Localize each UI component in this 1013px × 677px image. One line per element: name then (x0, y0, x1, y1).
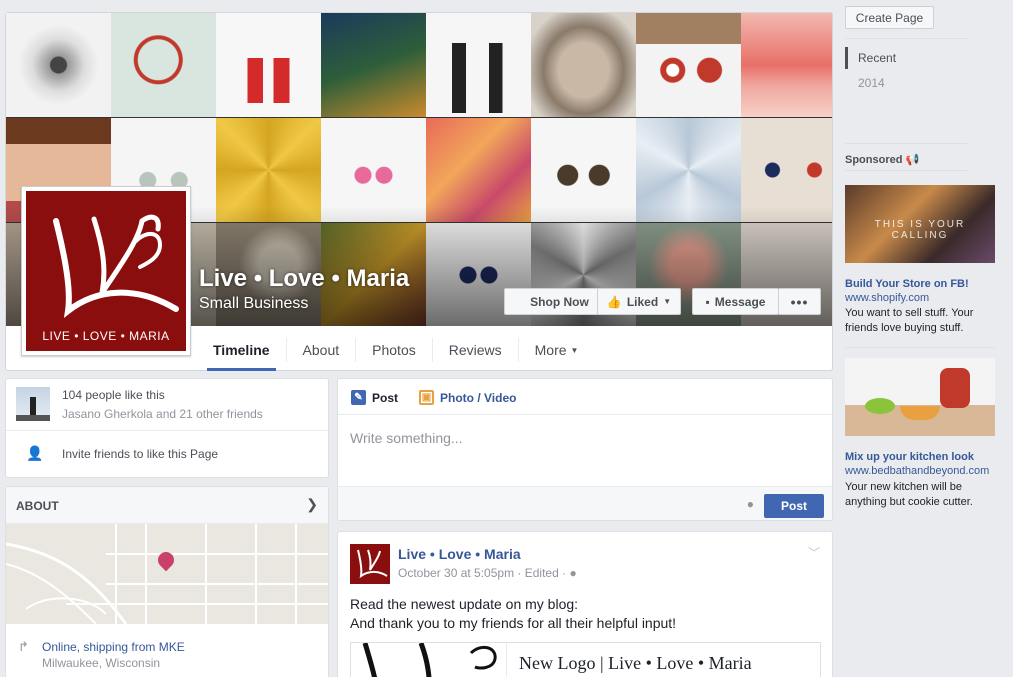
tab-reviews[interactable]: Reviews (431, 338, 518, 362)
logo-mark (362, 643, 497, 677)
logo-mark (357, 549, 388, 579)
globe-icon[interactable]: ● (747, 497, 754, 511)
thumbs-up-icon: 👍 (606, 294, 622, 309)
composer-tab-post[interactable]: ✎ Post (351, 390, 398, 405)
avatar-figure (30, 397, 36, 417)
bowl-shape (900, 406, 940, 420)
divider (6, 430, 328, 431)
post-text: Read the newest update on my blog: (350, 596, 579, 612)
likes-count[interactable]: 104 people like this (62, 388, 165, 402)
composer-footer: ● Post (338, 486, 832, 520)
page-logo: LIVE • LOVE • MARIA (26, 191, 186, 351)
profile-picture[interactable]: LIVE • LOVE • MARIA (21, 186, 191, 356)
feed-post: Live • Love • Maria October 30 at 5:05pm… (337, 531, 833, 677)
divider (845, 347, 995, 348)
post-author-avatar[interactable] (350, 544, 390, 584)
pencil-icon: ✎ (351, 390, 366, 405)
friend-avatar[interactable] (16, 387, 50, 421)
create-page-button[interactable]: Create Page (845, 6, 934, 29)
location-map[interactable] (6, 524, 328, 624)
ad-text-kitchen: Your new kitchen will be anything but co… (845, 481, 973, 508)
cover-tile (531, 13, 636, 117)
year-nav-recent[interactable]: Recent (845, 47, 965, 69)
year-nav-2014[interactable]: 2014 (845, 72, 965, 94)
page-tabs: Timeline About Photos Reviews More ▼ (197, 329, 594, 371)
invite-friends-link[interactable]: Invite friends to like this Page (62, 447, 218, 461)
megaphone-icon: 📢 (905, 154, 920, 166)
divider (845, 38, 967, 39)
chevron-down-icon[interactable]: ﹀ (808, 544, 820, 561)
divider (845, 143, 967, 144)
about-title: ABOUT (16, 499, 59, 513)
avatar-ground (16, 415, 50, 421)
cover-tile (321, 13, 426, 117)
link-preview-title[interactable]: New Logo | Live • Love • Maria (519, 653, 752, 674)
globe-icon: ● (569, 566, 577, 580)
shop-now-label: Shop Now (530, 294, 589, 309)
ad-banner-text: THIS IS YOUR CALLING (874, 219, 966, 241)
mixer-shape (940, 368, 970, 408)
sponsored-label: Sponsored (845, 154, 903, 166)
cover-tile (111, 13, 216, 117)
photo-icon: ▣ (419, 390, 434, 405)
cover-tile (636, 13, 741, 117)
page-category[interactable]: Small Business (199, 295, 308, 313)
caret-down-icon: ▼ (570, 345, 579, 355)
map-streets (6, 524, 328, 624)
cover-tile (426, 13, 531, 117)
post-text: And thank you to my friends for all thei… (350, 615, 677, 631)
chevron-down-icon: ▼ (663, 297, 672, 306)
chevron-right-icon[interactable]: ❯ (306, 496, 318, 513)
sponsored-heading: Sponsored 📢 (845, 153, 919, 166)
add-person-icon: 👤 (26, 445, 44, 461)
ad-image-shopify[interactable]: THIS IS YOUR CALLING (845, 185, 995, 263)
address-line-1[interactable]: Online, shipping from MKE (42, 640, 185, 654)
link-preview-image (351, 643, 507, 677)
directions-icon: ↱ (18, 639, 29, 654)
about-header[interactable]: ABOUT ❯ (6, 487, 328, 524)
ad-image-kitchen[interactable] (845, 358, 995, 436)
more-options-button[interactable]: ••• (778, 288, 821, 315)
ad-text-shopify: You want to sell stuff. Your friends lov… (845, 307, 974, 334)
post-meta: October 30 at 5:05pm · Edited · ● (398, 566, 577, 580)
ad-url-kitchen[interactable]: www.bedbathandbeyond.com (845, 465, 989, 477)
post-button[interactable]: Post (764, 494, 824, 518)
post-composer: ✎ Post ▣ Photo / Video Write something..… (337, 378, 833, 521)
composer-tab-photo[interactable]: ▣ Photo / Video (419, 390, 516, 405)
link-preview[interactable]: New Logo | Live • Love • Maria (350, 642, 821, 677)
page-title[interactable]: Live • Love • Maria (199, 265, 409, 293)
ad-title-kitchen[interactable]: Mix up your kitchen look (845, 451, 974, 463)
message-button[interactable]: ▪ Message (692, 288, 779, 315)
about-card: ABOUT ❯ ↱ Online, shipping from MKE Milw… (5, 486, 329, 677)
page-header: Live • Love • Maria Small Business Shop … (5, 12, 833, 371)
cover-tile (6, 13, 111, 117)
tab-more[interactable]: More ▼ (517, 338, 595, 362)
likes-friends[interactable]: Jasano Gherkola and 21 other friends (62, 407, 263, 421)
tab-photos[interactable]: Photos (355, 338, 432, 362)
composer-tabs: ✎ Post ▣ Photo / Video (338, 379, 832, 415)
tab-more-label: More (534, 342, 567, 358)
message-icon: ▪ (705, 294, 710, 309)
logo-text: LIVE • LOVE • MARIA (42, 329, 170, 343)
post-author-name[interactable]: Live • Love • Maria (398, 546, 521, 562)
composer-tab-photo-label: Photo / Video (440, 390, 517, 405)
tab-about[interactable]: About (285, 338, 356, 362)
ad-title-shopify[interactable]: Build Your Store on FB! (845, 278, 969, 290)
limes-shape (865, 398, 895, 414)
post-timestamp[interactable]: October 30 at 5:05pm · Edited · (398, 566, 566, 580)
tab-timeline[interactable]: Timeline (197, 338, 286, 371)
cover-tile (216, 13, 321, 117)
liked-label: Liked (626, 294, 659, 309)
logo-mark (53, 214, 179, 319)
divider (845, 170, 967, 171)
likes-card: 104 people like this Jasano Gherkola and… (5, 378, 329, 478)
composer-input[interactable]: Write something... (350, 430, 463, 446)
ad-url-shopify[interactable]: www.shopify.com (845, 292, 929, 304)
composer-tab-post-label: Post (372, 390, 399, 405)
message-label: Message (714, 294, 766, 309)
liked-button[interactable]: 👍 Liked ▼ (597, 288, 681, 315)
cover-tile (741, 13, 832, 117)
address-line-2: Milwaukee, Wisconsin (42, 656, 161, 670)
